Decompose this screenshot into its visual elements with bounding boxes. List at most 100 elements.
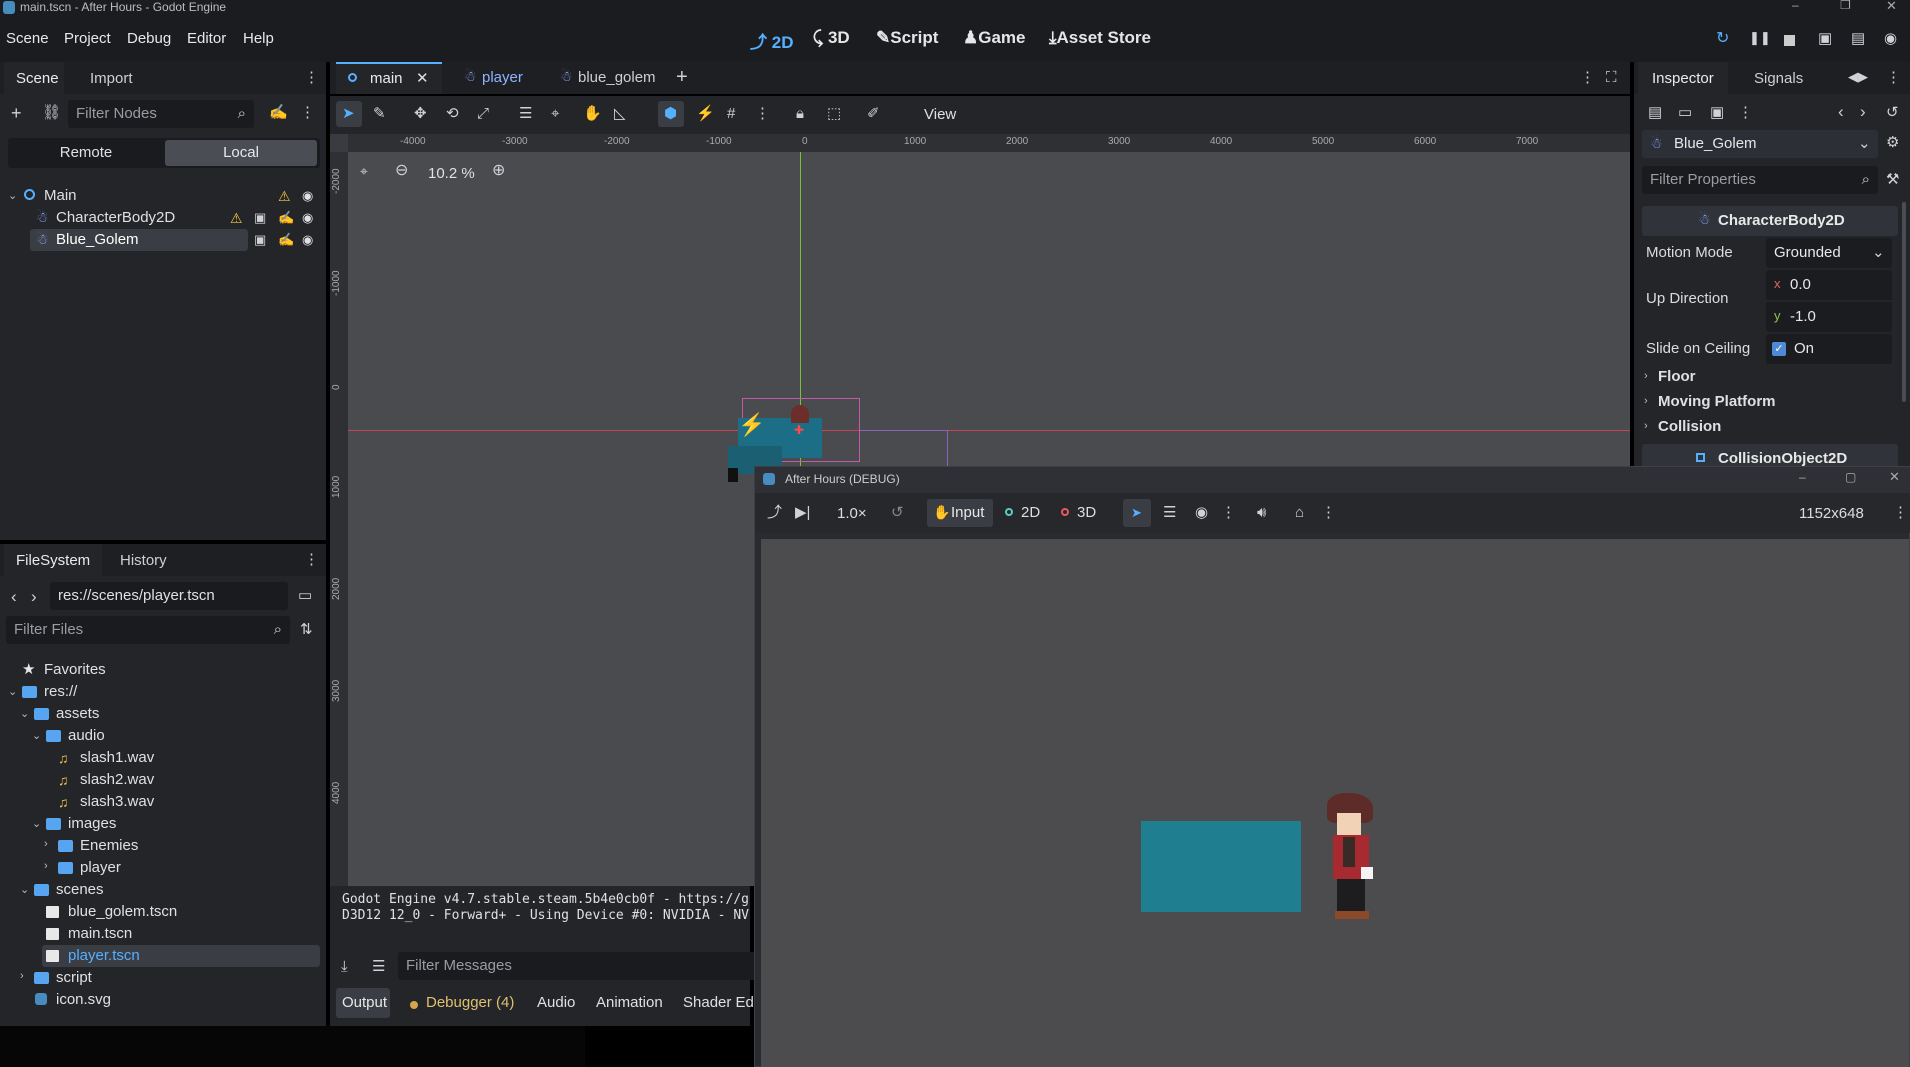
back-icon[interactable]: ‹ [11, 588, 17, 605]
filter-properties-input[interactable]: Filter Properties ⌕ [1642, 166, 1878, 194]
camera-menu-icon[interactable]: ⋮ [1321, 505, 1336, 520]
remote-button[interactable]: Remote [8, 138, 164, 168]
view-menu[interactable]: View [924, 106, 956, 123]
tab-debugger[interactable]: Debugger (4) [426, 994, 514, 1011]
menu-editor[interactable]: Editor [187, 30, 226, 47]
folder-res[interactable]: ⌄ res:// [0, 681, 326, 703]
folder-enemies[interactable]: › Enemies [0, 835, 326, 857]
history-forward-icon[interactable]: › [1860, 103, 1866, 120]
node-blue-golem[interactable]: ☃ Blue_Golem ▣ ✍ ◉ [0, 229, 326, 251]
tab-main[interactable]: main ✕ [336, 62, 442, 94]
file-slash1[interactable]: ♫ slash1.wav [0, 747, 326, 769]
maximize-icon[interactable]: ▢ [1845, 471, 1856, 483]
close-icon[interactable]: ✕ [1889, 470, 1900, 483]
folder-script[interactable]: › script [0, 967, 326, 989]
filter-settings-icon[interactable]: ⚒ [1886, 172, 1899, 187]
tab-inspector[interactable]: Inspector [1638, 62, 1728, 94]
grid-icon[interactable]: # [727, 106, 735, 121]
slide-on-ceiling-checkbox[interactable]: ✓ On [1766, 334, 1892, 364]
select-button[interactable]: ➤ [1123, 499, 1151, 527]
folder-assets[interactable]: ⌄ assets [0, 703, 326, 725]
tab-signals[interactable]: Signals [1738, 62, 1819, 94]
minimize-icon[interactable]: – [1799, 471, 1806, 483]
input-toggle[interactable]: ✋ Input [927, 499, 993, 527]
reset-time-scale-icon[interactable]: ↺ [891, 505, 904, 520]
select-icon[interactable]: ➤ [342, 106, 355, 121]
object-selector[interactable]: ☃ Blue_Golem ⌄ [1642, 130, 1878, 158]
script-icon[interactable]: ✍ [278, 233, 294, 246]
history-back-icon[interactable]: ‹ [1838, 103, 1844, 120]
tab-output[interactable]: Output [342, 994, 387, 1011]
list-select-icon[interactable]: ☰ [1163, 505, 1176, 520]
filter-files-input[interactable]: Filter Files ⌕ [6, 616, 290, 644]
history-icon[interactable]: ↺ [1886, 105, 1899, 120]
next-frame-icon[interactable]: ▶| [795, 505, 810, 520]
visibility-icon[interactable]: ◉ [302, 232, 313, 248]
new-resource-icon[interactable]: ▤ [1648, 105, 1662, 120]
visibility-icon[interactable]: ◉ [302, 188, 313, 204]
embed-options-icon[interactable]: ⤴ [767, 505, 782, 520]
zoom-level[interactable]: 10.2 % [428, 165, 475, 182]
inspector-menu-icon[interactable]: ⋮ [1738, 105, 1753, 120]
filter-messages-input[interactable]: Filter Messages [398, 952, 758, 980]
file-slash2[interactable]: ♫ slash2.wav [0, 769, 326, 791]
tab-audio[interactable]: Audio [537, 994, 575, 1011]
rotate-icon[interactable]: ⟲ [446, 106, 459, 121]
visibility-icon[interactable]: ◉ [302, 210, 313, 226]
scene-tabs-menu-icon[interactable]: ⋮ [1580, 70, 1595, 85]
time-scale[interactable]: 1.0× [837, 505, 867, 522]
attach-script-icon[interactable]: ✍ [269, 105, 288, 120]
game-viewport[interactable] [761, 539, 1909, 1067]
up-direction-y-field[interactable]: y -1.0 [1766, 302, 1892, 332]
add-node-icon[interactable]: + [11, 104, 22, 122]
scale-icon[interactable]: ⤢ [477, 106, 489, 121]
up-direction-x-field[interactable]: x 0.0 [1766, 270, 1892, 300]
center-view-icon[interactable]: ⌖ [360, 164, 368, 178]
save-icon[interactable]: ▣ [1710, 105, 1724, 120]
run-custom-scene-icon[interactable]: ▤ [1851, 31, 1865, 46]
tab-filesystem[interactable]: FileSystem [4, 544, 103, 576]
scene-menu-icon[interactable]: ⋮ [300, 105, 315, 120]
window-menu-icon[interactable]: ⋮ [1893, 505, 1908, 520]
paint-icon[interactable]: ✎ [373, 106, 386, 121]
close-icon[interactable]: ✕ [1886, 0, 1897, 12]
list-select-icon[interactable]: ☰ [519, 106, 532, 121]
folder-player[interactable]: › player [0, 857, 326, 879]
game-menu-icon[interactable]: ⋮ [1221, 505, 1236, 520]
file-blue-golem-tscn[interactable]: blue_golem.tscn [0, 901, 326, 923]
add-tab-icon[interactable]: + [676, 67, 688, 87]
file-slash3[interactable]: ♫ slash3.wav [0, 791, 326, 813]
mode-3d-button[interactable]: ⤹ 3D [813, 28, 850, 48]
open-folder-icon[interactable]: ▭ [1678, 105, 1692, 120]
pivot-icon[interactable]: ⌖ [551, 106, 559, 121]
tab-import[interactable]: Import [74, 62, 149, 94]
node-main[interactable]: ⌄ Main ⚠ ◉ [0, 185, 326, 207]
menu-debug[interactable]: Debug [127, 30, 171, 47]
folder-audio[interactable]: ⌄ audio [0, 725, 326, 747]
group-moving-platform[interactable]: › Moving Platform [1644, 391, 1894, 413]
movie-maker-icon[interactable]: ◉ [1884, 31, 1897, 46]
inspector-scrollbar[interactable] [1902, 202, 1906, 402]
motion-mode-dropdown[interactable]: Grounded ⌄ [1766, 238, 1892, 268]
dock-menu-icon[interactable]: ⋮ [304, 552, 319, 567]
warning-icon[interactable]: ⚠ [278, 188, 291, 205]
filter-nodes-input[interactable]: Filter Nodes ⌕ [68, 100, 254, 128]
run-current-scene-icon[interactable]: ▣ [1818, 31, 1832, 46]
dock-menu-icon[interactable]: ⋮ [304, 70, 319, 85]
open-in-editor-icon[interactable]: ▣ [254, 211, 266, 224]
audio-icon[interactable]: 🔊︎ [1257, 505, 1266, 520]
link-icon[interactable]: ⛓ [42, 105, 61, 120]
clear-output-icon[interactable]: ⤓ [341, 959, 348, 974]
tab-scene[interactable]: Scene [4, 62, 64, 94]
visibility-icon[interactable]: ◉ [1195, 505, 1208, 520]
smart-snap-icon[interactable]: ⬢ [664, 106, 677, 121]
snap-options-icon[interactable]: ⋮ [755, 106, 770, 121]
tab-animation[interactable]: Animation [596, 994, 663, 1011]
reload-icon[interactable]: ↻ [1716, 31, 1729, 47]
group-icon[interactable]: ⬚ [827, 106, 841, 121]
dock-menu-icon[interactable]: ⋮ [1886, 70, 1901, 85]
lock-icon[interactable]: 🔒︎ [796, 106, 804, 121]
stop-icon[interactable] [1784, 35, 1795, 46]
tab-history[interactable]: History [106, 544, 181, 576]
group-collision[interactable]: › Collision [1644, 416, 1894, 438]
